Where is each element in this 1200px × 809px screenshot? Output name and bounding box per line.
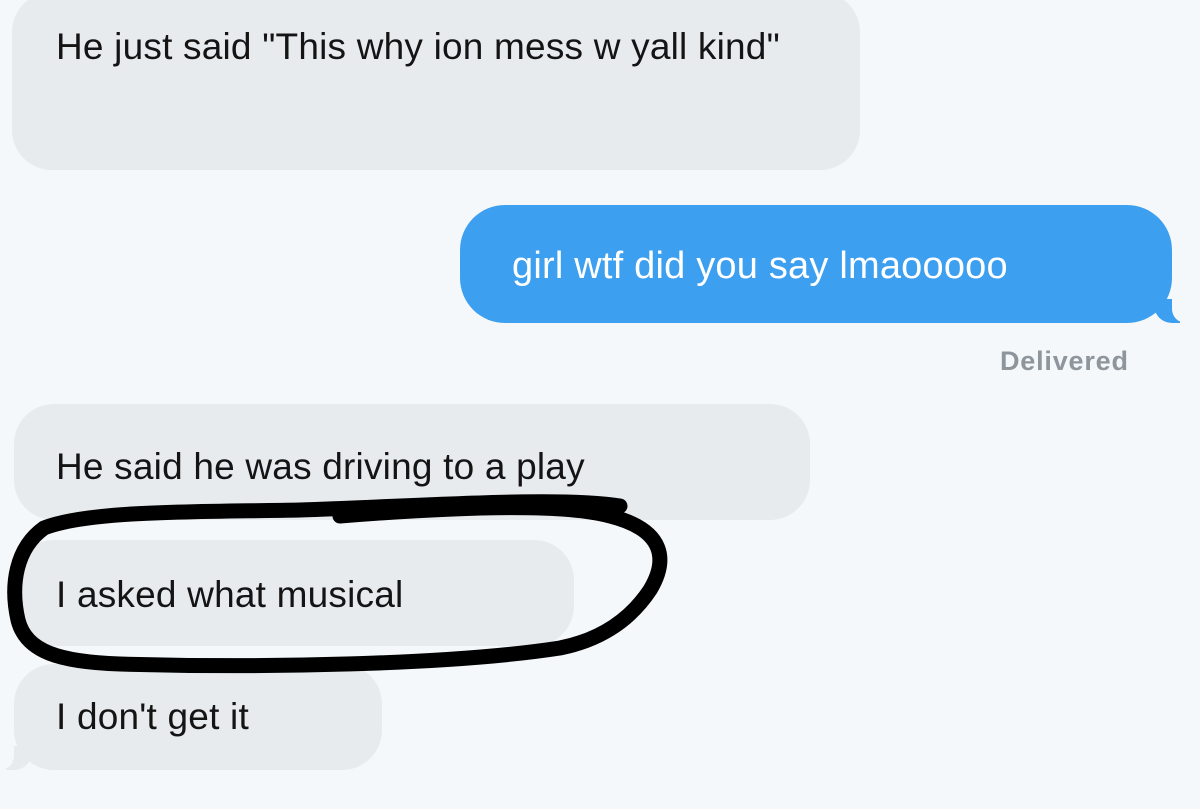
incoming-message-bubble[interactable]: He said he was driving to a play xyxy=(14,404,810,520)
message-text: He said he was driving to a play xyxy=(56,446,585,487)
outgoing-message-bubble[interactable]: girl wtf did you say lmaooooo xyxy=(460,205,1194,323)
incoming-message-bubble-highlighted[interactable]: I asked what musical xyxy=(14,540,574,646)
delivered-status: Delivered xyxy=(1000,346,1129,376)
message-text: I asked what musical xyxy=(56,574,404,615)
message-thread: He just said "This why ion mess w yall k… xyxy=(0,0,1200,809)
incoming-message-bubble[interactable]: He just said "This why ion mess w yall k… xyxy=(12,0,860,170)
message-text: girl wtf did you say lmaooooo xyxy=(512,245,1008,287)
message-text: I don't get it xyxy=(56,696,249,737)
incoming-message-bubble[interactable]: I don't get it xyxy=(0,664,382,770)
message-text: He just said "This why ion mess w yall k… xyxy=(56,26,780,67)
